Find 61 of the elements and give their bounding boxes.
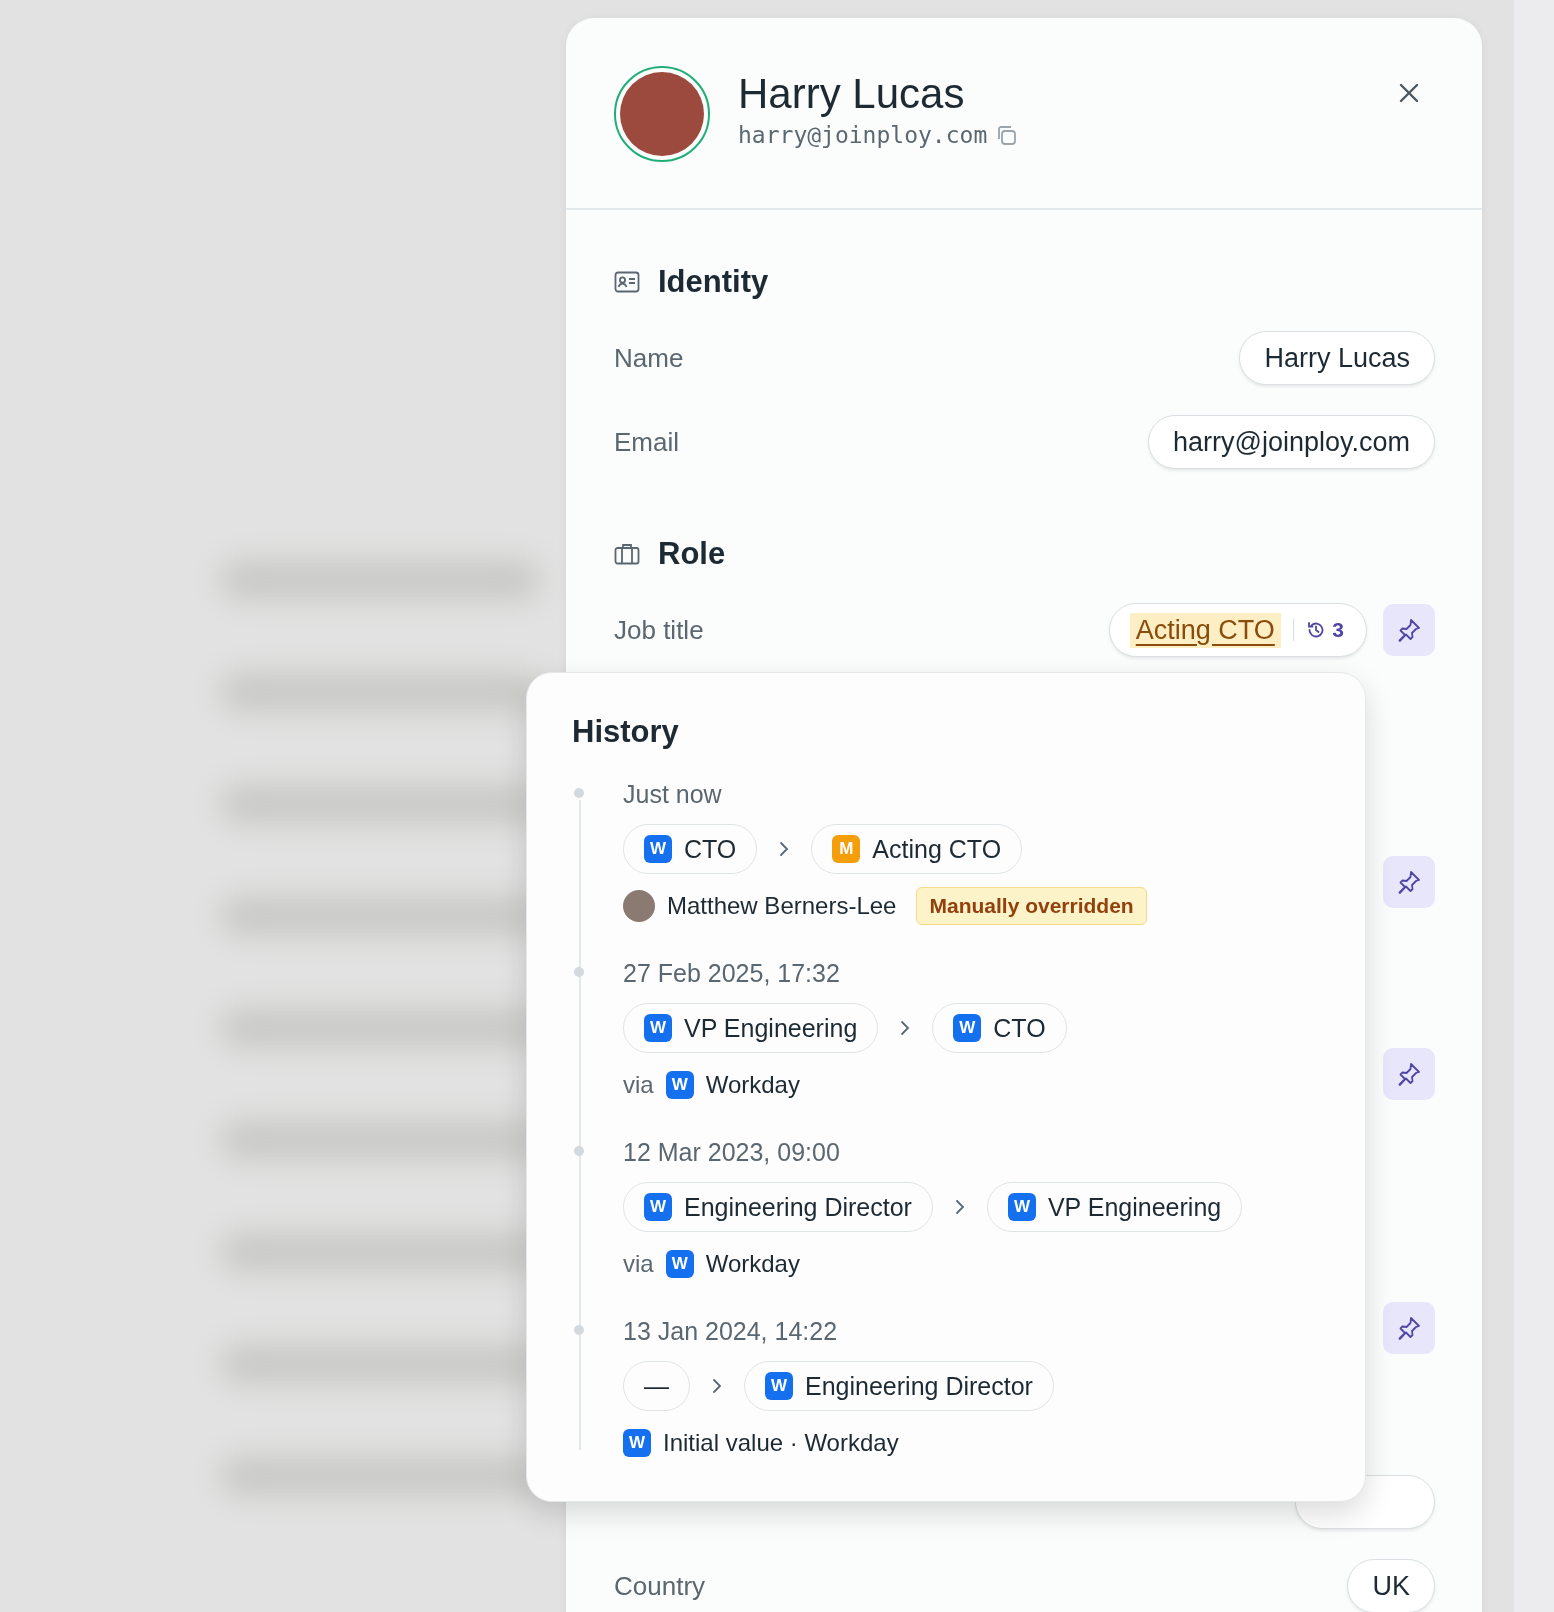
pin-icon <box>1396 869 1422 895</box>
timestamp: 13 Jan 2024, 14:22 <box>623 1316 839 1347</box>
chevron-right-icon <box>779 841 790 857</box>
source-badge: W <box>644 835 672 863</box>
popover-title: History <box>572 713 680 751</box>
source-badge: W <box>1007 1193 1036 1221</box>
chevron-right-icon <box>900 1020 911 1036</box>
timeline-dot <box>574 1325 584 1335</box>
profile-email: harry@joinploy.com <box>738 122 988 148</box>
source-name: Workday <box>705 1071 800 1099</box>
briefcase-icon <box>614 543 640 565</box>
source-badge: W <box>644 1193 672 1221</box>
job-title-field[interactable]: Acting CTO 3 <box>1108 603 1367 657</box>
value-chip: W Engineering Director <box>623 1182 933 1232</box>
value-chip: W VP Engineering <box>623 1003 879 1053</box>
pin-button[interactable] <box>1383 604 1435 656</box>
value-chip: M Acting CTO <box>811 824 1023 874</box>
chevron-right-icon <box>954 1199 965 1215</box>
field-value: UK <box>1347 1559 1435 1612</box>
field-label: Country <box>614 1570 706 1602</box>
timeline-dot <box>574 788 584 798</box>
pin-button[interactable] <box>1383 856 1435 908</box>
timeline-dot <box>574 967 584 977</box>
user-name: Matthew Berners-Lee <box>667 892 897 920</box>
profile-name: Harry Lucas <box>738 69 966 119</box>
source-badge: W <box>953 1014 982 1042</box>
field-value: Harry Lucas <box>1239 331 1435 385</box>
field-value: harry@joinploy.com <box>1148 415 1435 469</box>
source-badge: W <box>623 1429 651 1457</box>
id-card-icon <box>614 271 640 293</box>
pin-icon <box>1396 617 1422 643</box>
field-label: Name <box>614 342 684 374</box>
section-title: Role <box>658 536 726 572</box>
via-label: via <box>623 1071 654 1099</box>
source-name: Workday <box>705 1250 800 1278</box>
source-badge: W <box>665 1250 694 1278</box>
pin-icon <box>1396 1315 1422 1341</box>
section-title: Identity <box>658 264 769 300</box>
source-badge: W <box>644 1014 672 1042</box>
via-label: via <box>623 1250 654 1278</box>
pin-icon <box>1396 1061 1422 1087</box>
timestamp: 27 Feb 2025, 17:32 <box>623 958 841 989</box>
field-label: Email <box>614 426 679 458</box>
override-tag: Manually overridden <box>916 887 1147 925</box>
value-chip: W Engineering Director <box>744 1361 1054 1411</box>
initial-value-note: Initial value · Workday <box>663 1429 899 1457</box>
pin-button[interactable] <box>1383 1302 1435 1354</box>
timestamp: 12 Mar 2023, 09:00 <box>623 1137 841 1168</box>
source-badge: W <box>765 1372 793 1400</box>
chevron-right-icon <box>712 1378 722 1394</box>
value-chip: W CTO <box>623 824 758 874</box>
source-badge: M <box>832 835 861 863</box>
timestamp: Just now <box>623 779 723 810</box>
source-badge: W <box>665 1071 694 1099</box>
field-label: Job title <box>614 614 704 646</box>
value-chip: W CTO <box>932 1003 1067 1053</box>
close-icon[interactable] <box>1398 82 1420 104</box>
pin-button[interactable] <box>1383 1048 1435 1100</box>
timeline-dot <box>574 1146 584 1156</box>
value-chip: — <box>623 1361 690 1411</box>
user-avatar <box>623 890 655 922</box>
